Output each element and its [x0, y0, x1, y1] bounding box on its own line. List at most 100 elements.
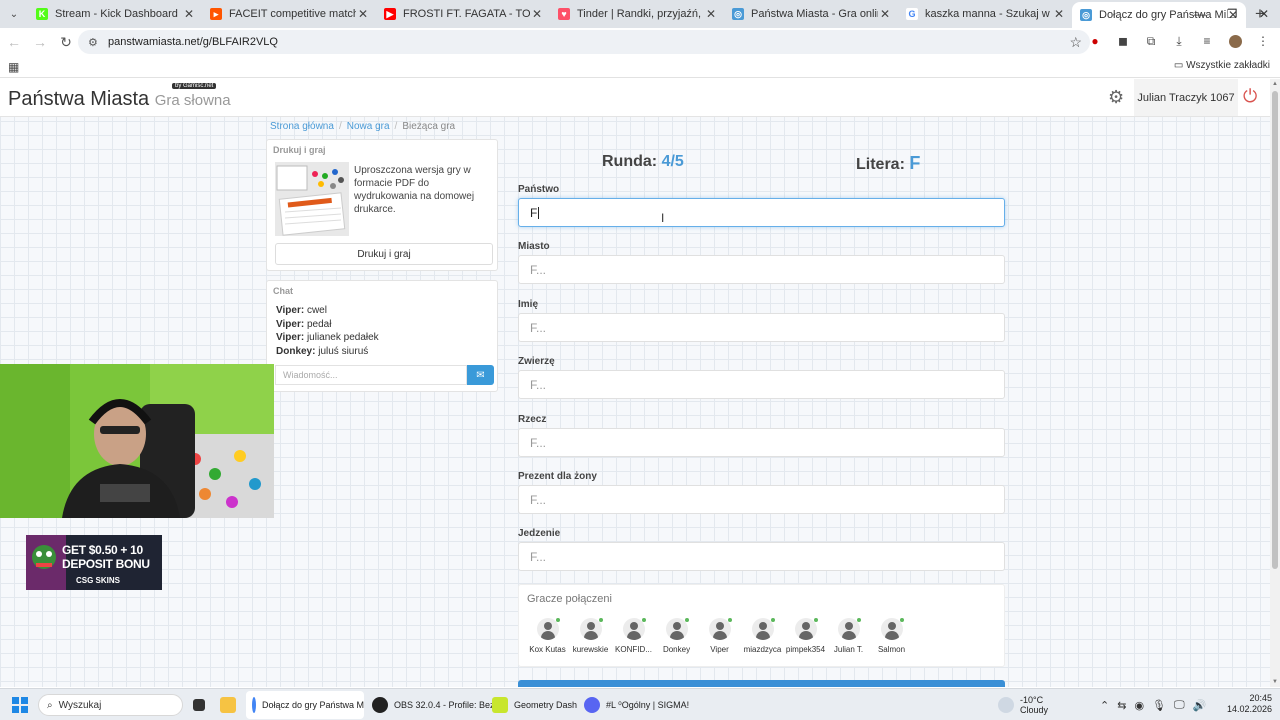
tab-search-button[interactable]: ⌄ [0, 0, 28, 28]
taskbar-app-obs[interactable]: OBS 32.0.4 - Profile: Bez [372, 689, 495, 720]
ad-headline-1: GET $0.50 + 10 [62, 543, 143, 557]
player-name: pimpek354 [785, 645, 826, 654]
media-icon[interactable]: ≡ [1198, 32, 1216, 50]
scroll-down-icon[interactable]: ▼ [1272, 679, 1278, 685]
tab-close-icon[interactable]: ✕ [182, 7, 196, 21]
answer-input[interactable]: F... [518, 485, 1005, 514]
tab-favicon-icon: ◎ [1080, 9, 1092, 21]
player-avatar-icon [579, 618, 602, 640]
breadcrumb-home[interactable]: Strona główna [270, 121, 334, 132]
bookmark-star-icon[interactable]: ☆ [1069, 34, 1082, 51]
tray-app-icon[interactable]: ⇆ [1117, 699, 1126, 712]
tab-title: FROSTI FT. FAGATA - TOXIC - YouTube [403, 8, 530, 20]
maximize-button[interactable]: ❐ [1216, 0, 1248, 28]
weather-widget[interactable]: -10°C Cloudy [998, 689, 1048, 720]
answer-input[interactable]: F... [518, 427, 1005, 457]
browser-tab[interactable]: Gkaszka manna - Szukaj w Google✕ [898, 0, 1072, 28]
site-info-icon[interactable]: ⚙ [88, 36, 102, 49]
back-button[interactable]: ← [2, 34, 26, 50]
player-avatar-icon [622, 618, 645, 640]
apps-grid-icon[interactable]: ▦ [8, 60, 19, 74]
tray-chevron-icon[interactable]: ⌃ [1100, 699, 1109, 712]
player-name: kurewskie [572, 645, 609, 654]
menu-kebab-icon[interactable]: ⋮ [1254, 32, 1272, 50]
site-logo[interactable]: Państwa Miasta Gra słowna [8, 88, 231, 111]
forward-button[interactable]: → [28, 34, 52, 50]
chat-username: Viper: [276, 305, 305, 316]
tab-close-icon[interactable]: ✕ [1052, 7, 1066, 21]
chat-send-button[interactable]: ✉ [467, 365, 494, 385]
answer-input[interactable]: F... [518, 370, 1005, 400]
player-item[interactable]: Julian T. [827, 615, 870, 654]
player-item[interactable]: Salmon [870, 615, 913, 654]
user-name[interactable]: Julian Traczyk 1067 [1134, 79, 1238, 116]
csgoskins-ad-banner[interactable]: GET $0.50 + 10 DEPOSIT BONU CSG SKINS [26, 535, 162, 590]
player-item[interactable]: kurewskie [569, 615, 612, 654]
tray-volume-icon[interactable]: 🔊 [1193, 699, 1207, 712]
online-status-dot [599, 618, 603, 622]
windows-start-icon[interactable] [12, 689, 28, 720]
taskbar-app-chrome[interactable]: Dołącz do gry Państwa M [246, 691, 364, 719]
tab-close-icon[interactable]: ✕ [704, 7, 718, 21]
bookmarks-bar: ▦ ▭ Wszystkie zakładki [0, 56, 1280, 78]
tab-favicon-icon: ◎ [732, 8, 744, 20]
reload-button[interactable]: ↻ [54, 34, 78, 51]
file-explorer-icon[interactable] [220, 689, 242, 720]
logout-power-icon[interactable]: ⏻ [1243, 86, 1257, 107]
taskbar-search[interactable]: ⌕ Wyszukaj [38, 694, 183, 716]
tab-favicon-icon: G [906, 8, 918, 20]
page-scrollbar[interactable]: ▲ ▼ [1270, 79, 1280, 687]
download-icon[interactable]: ⤓ [1170, 32, 1188, 50]
browser-tab[interactable]: ◎ Państwa Miasta - Gra online ✕ [724, 0, 898, 28]
cloud-icon [998, 697, 1014, 713]
address-bar[interactable]: ⚙ panstwamiasta.net/g/BLFAIR2VLQ ☆ [78, 30, 1090, 54]
answer-input[interactable]: F... [518, 542, 1005, 572]
close-window-button[interactable]: ✕ [1248, 0, 1280, 28]
answer-input[interactable]: F... [518, 255, 1005, 285]
extension-icon-2[interactable]: ◼ [1114, 32, 1132, 50]
browser-tab[interactable]: ♥ Tinder | Randki, przyjaźń, nowe znajomo… [550, 0, 724, 28]
tab-close-icon[interactable]: ✕ [878, 7, 892, 21]
field-label: Zwierzę [518, 356, 555, 368]
player-avatar-icon [536, 618, 559, 640]
player-item[interactable]: Kox Kutas [526, 615, 569, 654]
online-status-dot [857, 618, 861, 622]
answer-input[interactable]: F [518, 198, 1005, 227]
print-and-play-button[interactable]: Drukuj i graj [275, 243, 493, 265]
taskbar-app-chrome-label: Dołącz do gry Państwa M [261, 700, 364, 710]
tray-mic-icon[interactable]: 🎙 [1152, 699, 1166, 712]
page-content: Państwa Miasta Gra słowna by Gamisc.net … [0, 79, 1270, 687]
minimize-button[interactable]: — [1184, 0, 1216, 28]
player-avatar-icon [665, 618, 688, 640]
browser-tab[interactable]: K Stream - Kick Dashboard ✕ [28, 0, 202, 28]
tray-xbox-icon[interactable]: ◉ [1134, 699, 1144, 712]
breadcrumb-new-game[interactable]: Nowa gra [347, 121, 390, 132]
clock-time: 20:45 [1249, 693, 1272, 703]
player-item[interactable]: miazdzyca [741, 615, 784, 654]
task-view-icon[interactable] [193, 689, 211, 720]
answer-input-text: F... [530, 550, 547, 565]
taskbar-app-discord[interactable]: #L ⁰Ogólny | SIGMA! [584, 689, 689, 720]
player-item[interactable]: Donkey [655, 615, 698, 654]
chat-message: Viper: cwel [276, 304, 379, 318]
player-item[interactable]: pimpek354 [784, 615, 827, 654]
profile-avatar[interactable] [1226, 32, 1244, 50]
tab-close-icon[interactable]: ✕ [356, 7, 370, 21]
tab-close-icon[interactable]: ✕ [530, 7, 544, 21]
all-bookmarks[interactable]: ▭ Wszystkie zakładki [1174, 60, 1270, 71]
tray-network-icon[interactable]: 🖵 [1174, 699, 1185, 712]
scroll-up-icon[interactable]: ▲ [1272, 81, 1278, 87]
player-item[interactable]: Viper [698, 615, 741, 654]
chat-message-input[interactable]: Wiadomość... [275, 365, 467, 385]
settings-gear-icon[interactable]: ⚙ [1108, 87, 1124, 108]
player-item[interactable]: KONFID... [612, 615, 655, 654]
extensions-puzzle-icon[interactable]: ⧉ [1142, 32, 1160, 50]
submit-button[interactable] [518, 680, 1005, 687]
taskbar-app-geometry-dash[interactable]: Geometry Dash [492, 689, 577, 720]
answer-input[interactable]: F... [518, 312, 1005, 342]
scrollbar-thumb[interactable] [1272, 91, 1278, 569]
clock[interactable]: 20:45 14.02.2026 [1227, 693, 1272, 715]
browser-tab[interactable]: ▸ FACEIT competitive match - FACEIT✕ [202, 0, 376, 28]
extension-icon[interactable]: ● [1086, 32, 1104, 50]
browser-tab[interactable]: ▶ FROSTI FT. FAGATA - TOXIC - YouTube✕ [376, 0, 550, 28]
